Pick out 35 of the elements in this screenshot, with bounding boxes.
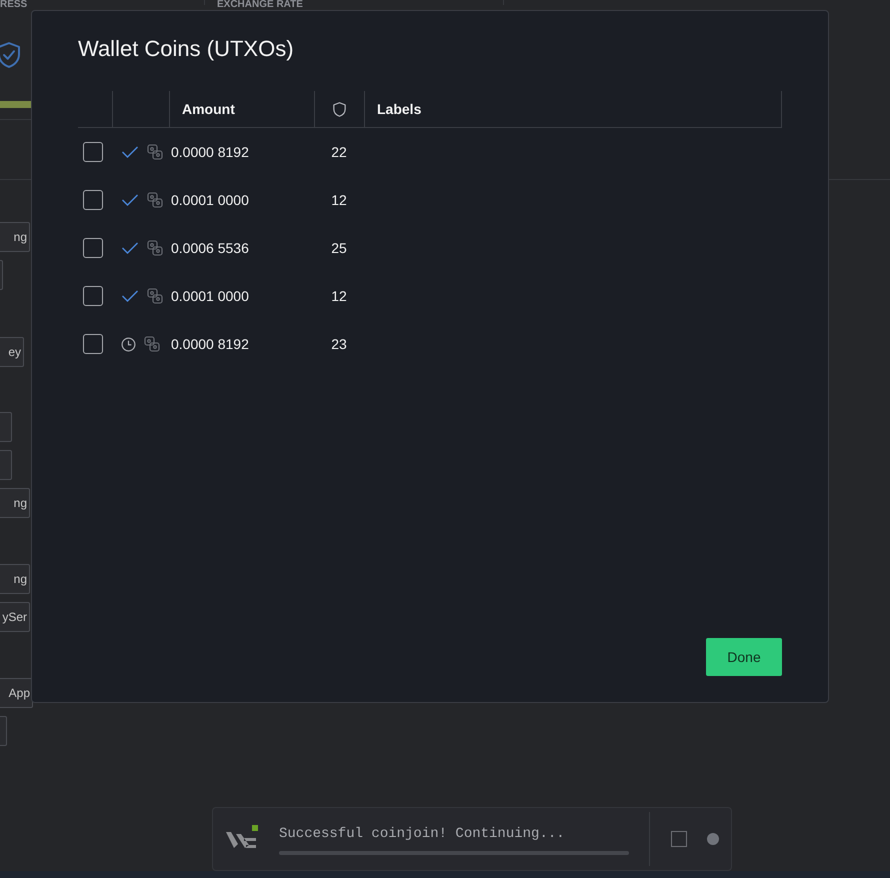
checkbox[interactable] [671, 831, 687, 847]
side-button[interactable]: ySer [0, 602, 30, 632]
coins-icon [144, 336, 160, 352]
amount-cell-text: 0.0006 5536 [170, 238, 250, 258]
status-message: Successful coinjoin! Continuing... [279, 824, 566, 844]
side-button[interactable]: ng [0, 488, 30, 518]
shield-icon [331, 100, 348, 118]
column-header: Amount [182, 100, 235, 118]
dialog-title: Wallet Coins (UTXOs) [78, 35, 295, 63]
checkbox[interactable] [83, 286, 103, 306]
anonymity-cell-text: 25 [330, 238, 348, 258]
section-heading: EXCHANGE RATE [217, 0, 303, 10]
side-button[interactable]: App [0, 678, 33, 708]
coins-icon [147, 192, 163, 208]
amount-cell-text: 0.0001 0000 [170, 190, 250, 210]
anonymity-cell-text: 12 [330, 286, 348, 306]
anonymity-cell-text: 22 [330, 142, 348, 162]
section-heading: RESS [0, 0, 28, 10]
checkbox[interactable] [83, 238, 103, 258]
coins-icon [147, 144, 163, 160]
side-button[interactable]: ng [0, 222, 30, 252]
coins-icon [147, 288, 163, 304]
anonymity-cell-text: 12 [330, 190, 348, 210]
side-button[interactable]: ey [0, 337, 24, 367]
checkbox[interactable] [83, 190, 103, 210]
amount-cell-text: 0.0001 0000 [170, 286, 250, 306]
column-header: Labels [377, 100, 422, 118]
amount-cell-text: 0.0000 8192 [170, 142, 250, 162]
amount-cell-text: 0.0000 8192 [170, 334, 250, 354]
coins-icon [147, 240, 163, 256]
anonymity-cell-text: 23 [330, 334, 348, 354]
done-button[interactable]: Done [706, 638, 782, 676]
checkbox[interactable] [83, 334, 103, 354]
checkbox[interactable] [83, 142, 103, 162]
side-button[interactable]: ng [0, 564, 30, 594]
